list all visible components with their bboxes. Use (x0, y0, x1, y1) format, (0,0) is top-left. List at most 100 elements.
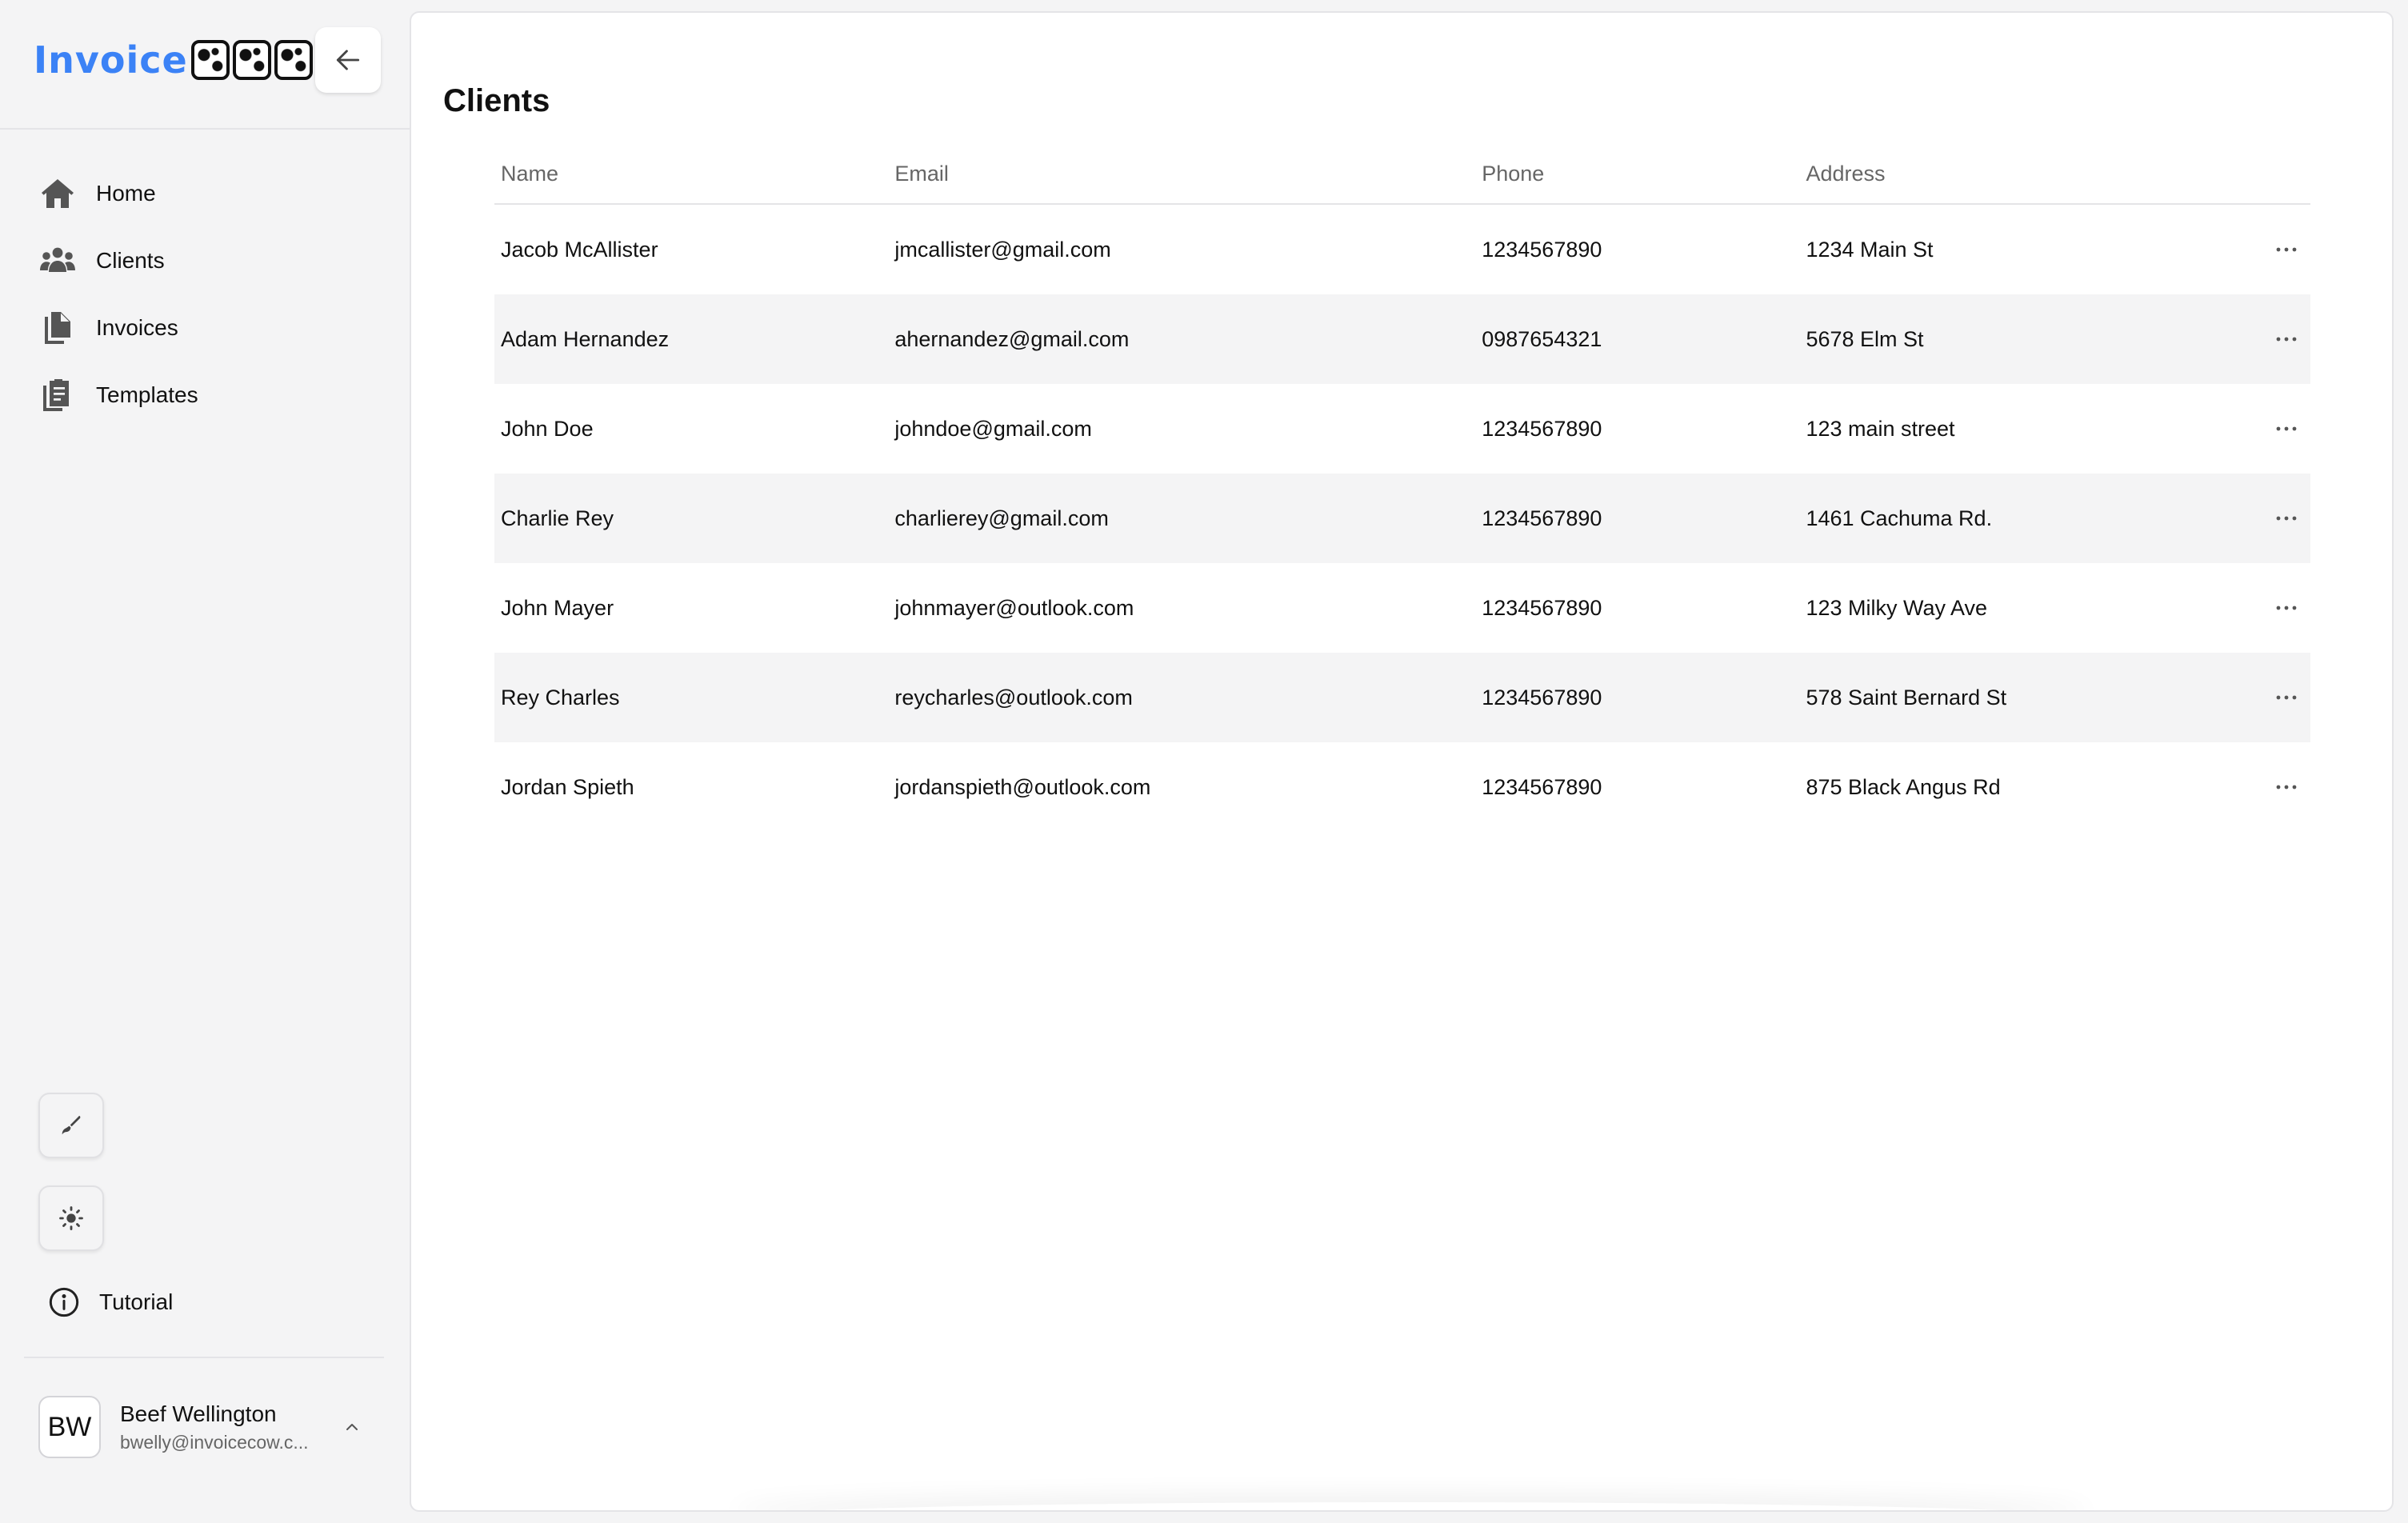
cell-phone: 1234567890 (1482, 774, 1602, 799)
more-horizontal-icon (2276, 337, 2297, 342)
table-row[interactable]: Adam Hernandez ahernandez@gmail.com 0987… (494, 294, 2310, 384)
row-actions-button[interactable] (2269, 501, 2304, 536)
avatar: BW (38, 1396, 101, 1458)
row-actions-button[interactable] (2269, 680, 2304, 715)
cell-address: 5678 Elm St (1799, 294, 2198, 384)
more-horizontal-icon (2276, 516, 2297, 521)
cell-actions (2198, 653, 2310, 742)
table-row[interactable]: John Mayer johnmayer@outlook.com 1234567… (494, 563, 2310, 653)
page-title: Clients (443, 83, 550, 118)
cell-phone: 0987654321 (1475, 294, 1800, 384)
collapse-sidebar-button[interactable] (315, 27, 381, 93)
logo-text: Invoice (34, 38, 188, 82)
cell-name: Rey Charles (494, 653, 889, 742)
sidebar-nav: Home Clients Invoices Templates (32, 160, 384, 429)
column-header-phone[interactable]: Phone (1475, 144, 1800, 205)
more-horizontal-icon (2276, 247, 2297, 252)
clipboard-icon (32, 370, 83, 421)
column-header-email[interactable]: Email (888, 144, 1476, 205)
cell-email: charlierey@gmail.com (888, 474, 1476, 563)
column-header-name[interactable]: Name (494, 144, 889, 205)
row-actions-button[interactable] (2269, 411, 2304, 446)
brand-row: Invoice (0, 0, 410, 130)
logo-cow-letters (190, 40, 313, 80)
cell-phone: 1234567890 (1475, 653, 1800, 742)
table-row[interactable]: Charlie Rey charlierey@gmail.com 1234567… (494, 474, 2310, 563)
cell-address: 123 Milky Way Ave (1806, 595, 1988, 620)
sidebar-item-label: Home (96, 181, 156, 206)
cell-actions (2198, 474, 2310, 563)
logo-cow-letter-c (190, 40, 230, 80)
cell-address: 1234 Main St (1806, 237, 1934, 262)
sidebar-item-label: Clients (96, 248, 165, 273)
sidebar-item-home[interactable]: Home (32, 160, 384, 227)
sidebar-divider (24, 1357, 384, 1358)
more-horizontal-icon (2276, 785, 2297, 789)
cell-name: Charlie Rey (494, 474, 889, 563)
cell-email: jordanspieth@outlook.com (894, 774, 1151, 799)
more-horizontal-icon (2276, 426, 2297, 431)
scroll-shadow (731, 1502, 2091, 1510)
row-actions-button[interactable] (2269, 590, 2304, 626)
documents-icon (32, 302, 83, 354)
table-row[interactable]: Jordan Spieth jordanspieth@outlook.com 1… (494, 742, 2310, 832)
clients-table: Name Email Phone Address Jacob McAlliste… (494, 144, 2310, 832)
users-icon (32, 235, 83, 286)
cell-name: John Mayer (501, 595, 614, 620)
logo-cow-letter-o (232, 40, 271, 80)
table-row[interactable]: Jacob McAllister jmcallister@gmail.com 1… (494, 204, 2310, 294)
cell-address: 875 Black Angus Rd (1806, 774, 2001, 799)
theme-customize-button[interactable] (38, 1093, 104, 1158)
cell-email: reycharles@outlook.com (888, 653, 1476, 742)
sun-icon (59, 1206, 83, 1230)
arrow-left-icon (336, 50, 360, 70)
sidebar: Invoice Home Clients Invoices Templates … (0, 0, 410, 1523)
cell-email: jmcallister@gmail.com (894, 237, 1111, 262)
row-actions-button[interactable] (2269, 322, 2304, 357)
cell-address: 1461 Cachuma Rd. (1799, 474, 2198, 563)
sidebar-item-clients[interactable]: Clients (32, 227, 384, 294)
chevron-up-icon (346, 1424, 358, 1430)
cell-address: 123 main street (1806, 416, 1955, 441)
cell-address: 578 Saint Bernard St (1799, 653, 2198, 742)
user-name: Beef Wellington (120, 1401, 277, 1426)
sidebar-item-label: Invoices (96, 315, 178, 340)
tutorial-label: Tutorial (99, 1289, 174, 1314)
cell-actions (2198, 384, 2310, 474)
cell-name: Jacob McAllister (501, 237, 658, 262)
column-header-actions (2198, 144, 2310, 205)
home-icon (32, 168, 83, 219)
table-row[interactable]: John Doe johndoe@gmail.com 1234567890 12… (494, 384, 2310, 474)
main-panel: Clients Name Email Phone Address Jacob M… (410, 11, 2394, 1512)
paintbrush-icon (62, 1116, 81, 1135)
logo-cow-letter-w (274, 40, 313, 80)
sidebar-item-invoices[interactable]: Invoices (32, 294, 384, 362)
cell-actions (2198, 294, 2310, 384)
toggle-theme-button[interactable] (38, 1185, 104, 1251)
row-actions-button[interactable] (2269, 769, 2304, 805)
cell-phone: 1234567890 (1482, 237, 1602, 262)
cell-name: John Doe (501, 416, 594, 441)
cell-actions (2198, 563, 2310, 653)
user-info: Beef Wellington bwelly@invoicecow.c... (120, 1401, 328, 1453)
sidebar-item-label: Templates (96, 382, 198, 407)
logo[interactable]: Invoice (34, 32, 313, 88)
column-header-address[interactable]: Address (1799, 144, 2198, 205)
user-menu[interactable]: BW Beef Wellington bwelly@invoicecow.c..… (38, 1393, 382, 1461)
more-horizontal-icon (2276, 606, 2297, 610)
cell-email: johnmayer@outlook.com (894, 595, 1134, 620)
cell-actions (2198, 204, 2310, 294)
sidebar-item-templates[interactable]: Templates (32, 362, 384, 429)
cell-name: Jordan Spieth (501, 774, 634, 799)
row-actions-button[interactable] (2269, 232, 2304, 267)
cell-phone: 1234567890 (1475, 474, 1800, 563)
cell-phone: 1234567890 (1482, 595, 1602, 620)
table-row[interactable]: Rey Charles reycharles@outlook.com 12345… (494, 653, 2310, 742)
cell-actions (2198, 742, 2310, 832)
cell-phone: 1234567890 (1482, 416, 1602, 441)
more-horizontal-icon (2276, 695, 2297, 700)
table-header-row: Name Email Phone Address (494, 144, 2310, 205)
cell-email: johndoe@gmail.com (894, 416, 1092, 441)
cell-name: Adam Hernandez (494, 294, 889, 384)
tutorial-link[interactable]: Tutorial (48, 1278, 173, 1326)
